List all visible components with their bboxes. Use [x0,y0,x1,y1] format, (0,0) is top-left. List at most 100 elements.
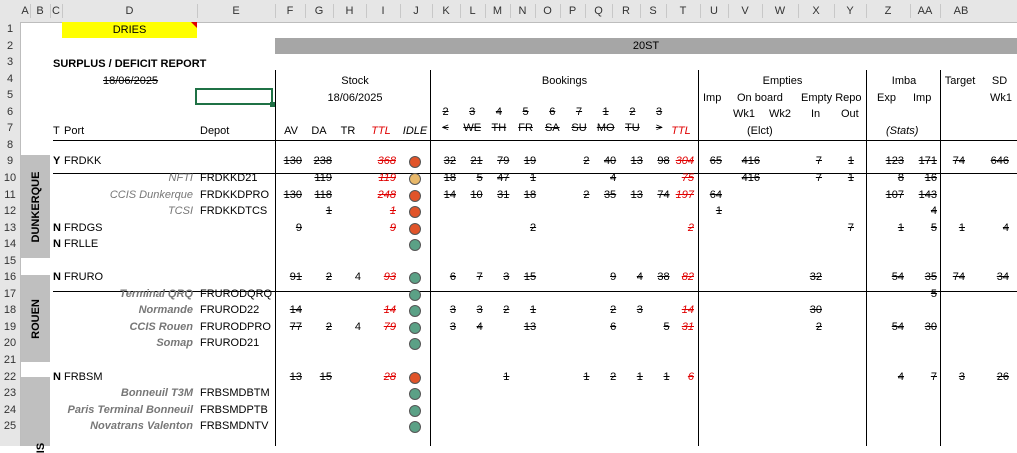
row-number-20[interactable]: 20 [0,337,20,349]
row-number-24[interactable]: 24 [0,404,20,416]
row-port: CCIS Dunkerque [109,188,193,201]
col-av-label: AV [284,125,298,137]
column-letter-v[interactable]: V [728,4,762,19]
row-depot: FRBSMDBTM [200,387,270,400]
empties-heading: Empties [762,75,803,87]
booking-value: 4 [476,320,483,333]
row-number-18[interactable]: 18 [0,304,20,316]
imba-exp: 8 [897,171,904,184]
row-number-19[interactable]: 19 [0,321,20,333]
empties-out: 7 [847,221,854,234]
column-letter-k[interactable]: K [432,4,460,19]
stock-ttl: 248 [377,188,396,201]
booking-value: 2 [503,304,510,317]
stock-date: 18/06/2025 [327,92,383,104]
column-letter-i[interactable]: I [366,4,400,19]
section-divider [940,70,941,446]
column-letter-e[interactable]: E [197,4,275,19]
row-number-16[interactable]: 16 [0,271,20,283]
row-number-13[interactable]: 13 [0,222,20,234]
column-letter-p[interactable]: P [560,4,585,19]
column-letter-c[interactable]: C [50,4,62,19]
stock-ttl: 14 [383,304,396,317]
imba-exp: 107 [885,188,904,201]
column-letter-z[interactable]: Z [866,4,910,19]
booking-value: 1 [583,370,590,383]
row-number-6[interactable]: 6 [0,106,20,118]
column-letter-s[interactable]: S [640,4,666,19]
selected-cell[interactable] [195,88,273,105]
stock-av: 77 [289,320,302,333]
row-number-23[interactable]: 23 [0,387,20,399]
booking-ttl: 2 [687,221,694,234]
row-number-3[interactable]: 3 [0,56,20,68]
bookings-day-name: SU [571,122,587,135]
imba-exp: Exp [877,92,896,104]
row-number-14[interactable]: 14 [0,238,20,250]
row-number-15[interactable]: 15 [0,255,20,267]
idle-status-icon [409,338,421,351]
row-number-12[interactable]: 12 [0,205,20,217]
row-type: N [53,221,61,234]
booking-value: 14 [443,188,456,201]
row-depot: FRBSMDNTV [200,420,269,433]
column-letter-ab[interactable]: AB [940,4,982,19]
row-type: N [53,238,61,251]
band-20st-label: 20ST [632,40,660,52]
column-letter-aa[interactable]: AA [910,4,940,19]
column-letter-x[interactable]: X [798,4,834,19]
row-number-11[interactable]: 11 [0,189,20,201]
column-letter-h[interactable]: H [333,4,366,19]
booking-value: 2 [529,221,537,234]
column-letter-t[interactable]: T [666,4,700,19]
column-letter-q[interactable]: Q [585,4,612,19]
column-letter-m[interactable]: M [485,4,510,19]
column-letter-y[interactable]: Y [834,4,866,19]
empties-on-board: On board [737,92,783,104]
column-letter-n[interactable]: N [510,4,535,19]
report-title: SURPLUS / DEFICIT REPORT [53,58,207,70]
column-letter-d[interactable]: D [62,4,197,19]
row-number-10[interactable]: 10 [0,172,20,184]
row-number-7[interactable]: 7 [0,122,20,134]
idle-status-icon [409,172,421,185]
column-letter-b[interactable]: B [30,4,50,19]
row-number-8[interactable]: 8 [0,139,20,151]
column-letter-w[interactable]: W [762,4,798,19]
column-letter-g[interactable]: G [305,4,333,19]
booking-value: 6 [610,320,617,333]
column-letter-l[interactable]: L [460,4,485,19]
column-letter-o[interactable]: O [535,4,560,19]
col-sep [866,4,867,18]
column-letter-a[interactable]: A [20,4,30,19]
row-number-22[interactable]: 22 [0,371,20,383]
row-port: FRDKK [64,155,102,168]
row-number-9[interactable]: 9 [0,155,20,167]
column-letter-f[interactable]: F [275,4,305,19]
row-number-2[interactable]: 2 [0,40,20,52]
row-number-4[interactable]: 4 [0,73,20,85]
column-letter-j[interactable]: J [400,4,432,19]
target-value: 3 [958,370,965,383]
row-number-5[interactable]: 5 [0,89,20,101]
empties-out: 1 [847,171,854,184]
row-number-25[interactable]: 25 [0,420,20,432]
col-sep [62,4,63,18]
stock-ttl: 28 [383,370,396,383]
row-number-21[interactable]: 21 [0,354,20,366]
row-port: FRLLE [64,238,99,251]
bookings-heading: Bookings [541,75,588,87]
imba-exp: 1 [897,221,904,234]
row-number-17[interactable]: 17 [0,288,20,300]
stock-ttl: 119 [378,171,396,184]
booking-value: 2 [583,155,590,168]
stock-da: 15 [319,370,332,383]
empties-in: 30 [809,304,822,317]
row-number-1[interactable]: 1 [0,23,20,35]
sd-value: 646 [990,155,1009,168]
booking-value: 2 [583,188,590,201]
column-letter-r[interactable]: R [612,4,640,19]
imba-stats: (Stats) [886,125,919,137]
column-letter-u[interactable]: U [700,4,728,19]
row-port: TCSI [167,205,193,218]
